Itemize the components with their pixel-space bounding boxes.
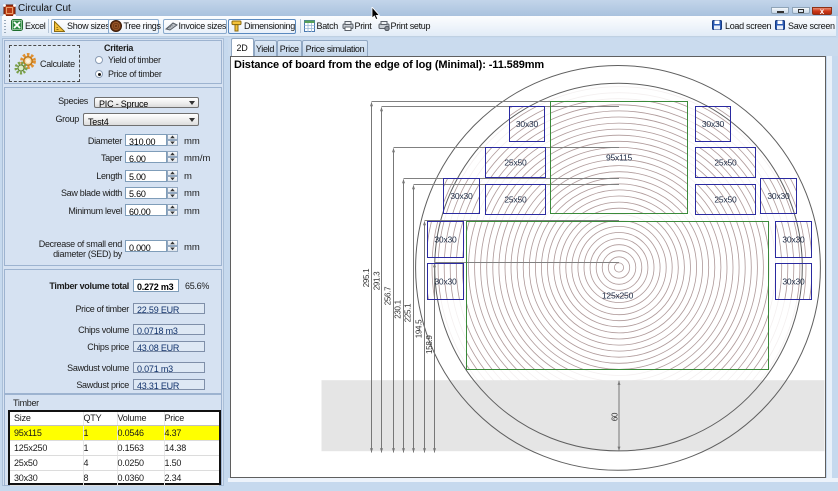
- svg-text:95x115: 95x115: [606, 153, 633, 163]
- svg-text:30x30: 30x30: [434, 235, 457, 245]
- svg-text:30x30: 30x30: [434, 277, 457, 287]
- svg-text:25x50: 25x50: [504, 158, 527, 168]
- svg-text:125x250: 125x250: [602, 291, 634, 301]
- svg-text:225.1: 225.1: [404, 303, 413, 322]
- svg-text:30x30: 30x30: [782, 277, 805, 287]
- svg-text:230.1: 230.1: [394, 299, 403, 318]
- svg-text:30x30: 30x30: [767, 191, 790, 201]
- svg-text:194.5: 194.5: [415, 319, 424, 338]
- svg-text:60: 60: [611, 412, 620, 421]
- svg-text:291.3: 291.3: [372, 271, 381, 290]
- svg-text:256.7: 256.7: [384, 286, 393, 305]
- svg-text:30x30: 30x30: [516, 119, 539, 129]
- svg-text:25x50: 25x50: [714, 158, 737, 168]
- svg-text:158.9: 158.9: [425, 335, 434, 354]
- svg-text:25x50: 25x50: [504, 195, 527, 205]
- svg-text:295.1: 295.1: [362, 268, 371, 287]
- svg-text:30x30: 30x30: [450, 191, 473, 201]
- svg-text:30x30: 30x30: [782, 235, 805, 245]
- svg-text:25x50: 25x50: [714, 195, 737, 205]
- svg-text:30x30: 30x30: [702, 119, 725, 129]
